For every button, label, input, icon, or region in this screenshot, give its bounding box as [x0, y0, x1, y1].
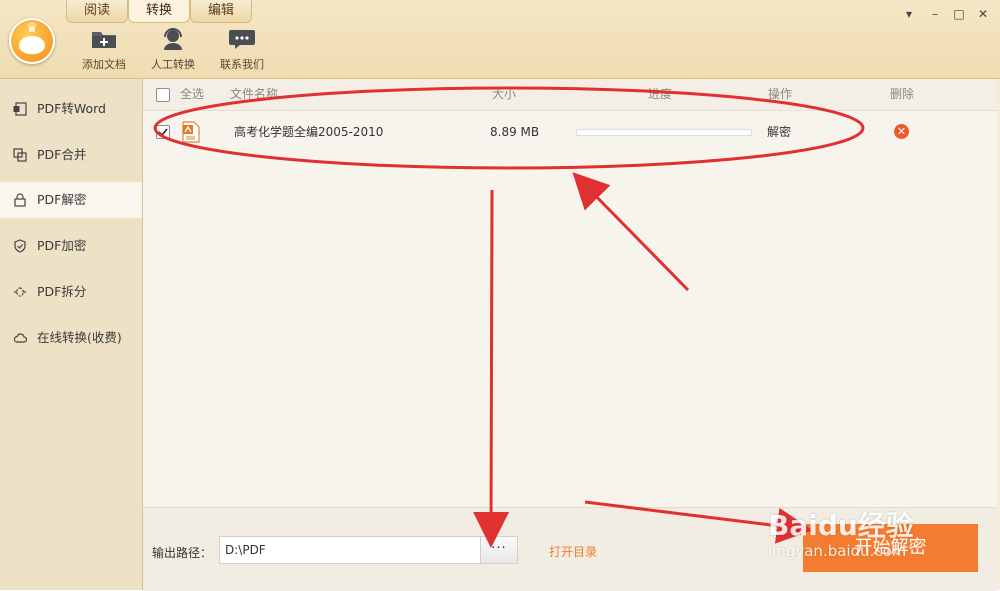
tab-edit[interactable]: 编辑	[190, 0, 252, 23]
sidebar-item-label: 在线转换(收费)	[37, 330, 122, 345]
manual-convert-button[interactable]: 人工转换	[143, 28, 203, 74]
file-name: 高考化学题全编2005-2010	[234, 125, 384, 139]
unlock-icon	[14, 193, 26, 207]
column-header-name: 文件名称	[230, 87, 279, 101]
checkmark-icon	[158, 128, 168, 137]
start-decrypt-button[interactable]: 开始解密	[803, 524, 978, 572]
sidebar-item-label: PDF拆分	[37, 284, 87, 299]
sidebar-item-label: PDF转Word	[37, 101, 106, 116]
contact-us-label: 联系我们	[220, 58, 264, 71]
sidebar-item-label: PDF加密	[37, 238, 87, 253]
support-agent-icon	[164, 28, 182, 50]
sidebar-item-label: PDF解密	[37, 192, 87, 207]
column-header-progress: 进度	[648, 87, 673, 101]
sidebar-item-pdf-to-word[interactable]: PDF转Word	[0, 91, 142, 127]
column-header-action: 操作	[768, 87, 793, 101]
word-doc-icon	[13, 102, 27, 116]
select-all-label: 全选	[180, 87, 205, 101]
table-header: 全选 文件名称 大小 进度 操作 删除	[143, 79, 997, 111]
minimize-icon[interactable]: –	[926, 6, 944, 22]
row-checkbox[interactable]	[156, 125, 170, 139]
tab-convert[interactable]: 转换	[128, 0, 190, 23]
sidebar: PDF转Word PDF合并 PDF解密 PDF加密 PDF拆分 在线转换(收费…	[0, 79, 143, 590]
output-path-input[interactable]	[219, 536, 481, 564]
footer-bar: 输出路径： ··· 打开目录 开始解密	[143, 507, 997, 591]
open-directory-link[interactable]: 打开目录	[549, 543, 597, 560]
menu-dropdown-icon[interactable]: ▾	[900, 6, 918, 22]
cloud-icon	[13, 333, 27, 343]
tab-read[interactable]: 阅读	[66, 0, 128, 23]
chat-bubble-icon	[229, 30, 255, 49]
header: ♛ 阅读 转换 编辑 添加文档 人工转换 联系我们 ▾ – □ ✕	[0, 0, 1000, 79]
select-all-checkbox[interactable]	[156, 88, 170, 102]
mascot-icon	[19, 36, 45, 54]
sidebar-item-label: PDF合并	[37, 147, 87, 162]
contact-us-button[interactable]: 联系我们	[212, 28, 272, 74]
split-icon	[14, 287, 26, 297]
folder-add-icon	[92, 32, 116, 48]
column-header-delete: 删除	[890, 87, 915, 101]
delete-icon[interactable]: ✕	[894, 124, 909, 139]
sidebar-item-pdf-decrypt[interactable]: PDF解密	[0, 182, 142, 218]
column-header-size: 大小	[492, 87, 517, 101]
merge-icon	[13, 148, 27, 162]
table-row: 高考化学题全编2005-2010 8.89 MB 解密 ✕	[143, 114, 997, 150]
output-path-label: 输出路径：	[152, 546, 213, 560]
sidebar-item-pdf-split[interactable]: PDF拆分	[0, 274, 142, 310]
sidebar-item-pdf-merge[interactable]: PDF合并	[0, 137, 142, 173]
progress-bar	[576, 129, 752, 136]
crown-icon: ♛	[26, 21, 38, 36]
file-size: 8.89 MB	[490, 125, 540, 139]
add-document-label: 添加文档	[82, 58, 126, 71]
close-icon[interactable]: ✕	[974, 6, 992, 22]
manual-convert-label: 人工转换	[151, 58, 195, 71]
decrypt-action-link[interactable]: 解密	[767, 114, 791, 150]
app-logo: ♛	[9, 18, 55, 64]
browse-button[interactable]: ···	[480, 536, 518, 564]
sidebar-item-online-convert[interactable]: 在线转换(收费)	[0, 320, 142, 356]
shield-icon	[14, 239, 26, 253]
app-window: ♛ 阅读 转换 编辑 添加文档 人工转换 联系我们 ▾ – □ ✕ PDF转Wo…	[0, 0, 1000, 591]
add-document-button[interactable]: 添加文档	[74, 28, 134, 74]
pdf-file-icon	[182, 121, 200, 143]
sidebar-item-pdf-encrypt[interactable]: PDF加密	[0, 228, 142, 264]
maximize-icon[interactable]: □	[950, 6, 968, 22]
file-list-panel: 全选 文件名称 大小 进度 操作 删除 高考化学题全编2005-2010 8.8…	[143, 79, 997, 507]
